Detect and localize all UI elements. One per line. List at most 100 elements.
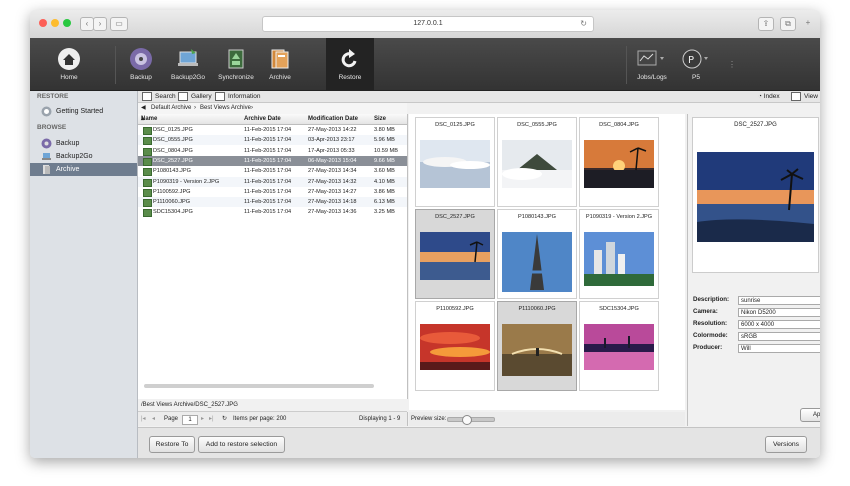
gallery-tile[interactable]: P1100592.JPG [415,301,495,391]
archive-button[interactable]: Archive [262,38,298,90]
sidebar-item-backup[interactable]: Backup [30,137,137,150]
table-row[interactable]: P1090319 - Version 2.JPG 11-Feb-2015 17:0… [138,176,407,187]
photo-thumbnail [584,324,654,370]
gallery-tile[interactable]: DSC_0555.JPG [497,117,577,207]
sidebar-item-getting-started[interactable]: Getting Started [30,105,137,118]
next-page-icon[interactable]: ▸ [201,412,204,426]
slider-knob[interactable] [462,415,472,425]
column-header-modification-date[interactable]: Modification Date [308,114,358,124]
table-row[interactable]: DSC_0804.JPG 11-Feb-2015 17:04 17-Apr-2013… [138,146,407,156]
reload-icon[interactable]: ↻ [580,17,587,31]
zoom-window-button[interactable] [63,19,71,27]
home-button[interactable]: Home [45,38,93,90]
camera-field[interactable]: Nikon D5200 [738,308,820,317]
horizontal-scrollbar[interactable] [144,384,374,388]
gallery-tab[interactable]: Gallery [178,92,212,101]
gallery-tile[interactable]: P1110060.JPG [497,301,577,391]
sidebar-item-label: Backup2Go [56,153,93,160]
resolution-label: Resolution: [693,320,728,327]
p5-button[interactable]: P P5 [678,38,714,90]
description-field[interactable]: sunrise [738,296,820,305]
sidebar-header-restore: RESTORE [37,93,69,100]
modification-date-cell: 27-May-2013 14:27 [308,188,357,195]
table-row[interactable]: DSC_0555.JPG 11-Feb-2015 17:04 03-Apr-2013… [138,135,407,146]
synchronize-icon [228,49,244,69]
table-row-selected[interactable]: DSC_2527.JPG 11-Feb-2015 17:04 06-May-2013… [138,155,407,166]
backup2go-label: Backup2Go [171,74,205,81]
preview-size-slider[interactable] [447,415,495,425]
last-page-icon[interactable]: ▸| [209,412,214,426]
tile-caption: P1110060.JPG [518,306,556,312]
size-cell: 3.86 MB [374,188,395,195]
search-tab[interactable]: Search [142,92,176,101]
archive-icon [43,165,50,174]
share-button[interactable]: ⇪ [758,17,774,31]
file-name-cell: P1100592.JPG [153,188,191,195]
refresh-icon[interactable]: ↻ [222,412,227,426]
synchronize-button[interactable]: Synchronize [214,38,258,90]
back-triangle-icon[interactable]: ◀ [141,103,146,114]
view-icon [791,92,801,101]
selected-path: /Best Views Archive/DSC_2527.JPG [141,402,238,408]
gallery-tile[interactable]: SDC15304.JPG [579,301,659,391]
index-toggle[interactable]: ◔ Index [758,92,780,101]
add-to-restore-selection-button[interactable]: Add to restore selection [198,436,285,453]
image-file-icon [143,127,152,135]
archive-date-cell: 11-Feb-2015 17:04 [244,188,292,195]
restore-to-button[interactable]: Restore To [149,436,195,453]
back-button[interactable]: ‹ [80,17,94,31]
preview-title: DSC_2527.JPG [734,122,777,128]
archive-icon [271,49,289,69]
producer-select[interactable]: Will ▾ [738,344,820,353]
backup-button[interactable]: Backup [123,38,159,90]
bottom-bar: Restore To Add to restore selection Vers… [138,427,820,458]
column-header-size[interactable]: Size [374,114,386,124]
information-tab[interactable]: Information [215,92,261,101]
getting-started-icon [41,106,52,117]
apply-button[interactable]: Apply [800,408,820,422]
minimize-window-button[interactable] [51,19,59,27]
sidebar-item-backup2go[interactable]: Backup2Go [30,150,137,163]
breadcrumb-item[interactable]: Best Views Archive [200,103,251,114]
photo-thumbnail [584,140,654,188]
preview-image [697,152,814,242]
versions-button[interactable]: Versions [765,436,807,453]
first-page-icon[interactable]: |◂ [141,412,146,426]
colormode-field[interactable]: sRGB [738,332,820,341]
backup2go-button[interactable]: Backup2Go [165,38,211,90]
view-toggle[interactable]: View [791,92,818,101]
sidebar-item-archive[interactable]: Archive [30,163,137,176]
modification-date-cell: 06-May-2013 15:04 [308,157,357,164]
gallery-tile[interactable]: P1090319 - Version 2.JPG [579,209,659,299]
gallery-tile[interactable]: DSC_0125.JPG [415,117,495,207]
archive-date-cell: 11-Feb-2015 17:04 [244,209,292,216]
page-number-input[interactable]: 1 [182,415,198,425]
address-bar[interactable]: 127.0.0.1 ↻ [262,16,594,32]
more-dots-icon[interactable]: ⋮ [728,60,736,69]
close-window-button[interactable] [39,19,47,27]
gallery-tile[interactable]: P1080143.JPG [497,209,577,299]
sidebar-item-label: Archive [56,166,80,173]
sidebar-toggle-button[interactable]: ▭ [110,17,128,31]
displaying-count: Displaying 1 - 9 [359,416,401,422]
jobs-logs-button[interactable]: Jobs/Logs [634,38,670,90]
column-header-name[interactable]: Name ▴ [141,114,157,124]
prev-page-icon[interactable]: ◂ [152,412,155,426]
table-row[interactable]: P1100592.JPG 11-Feb-2015 17:04 27-May-2013… [138,187,407,197]
gallery-tile[interactable]: DSC_0804.JPG [579,117,659,207]
resolution-field[interactable]: 6000 x 4000 [738,320,820,329]
table-header: Name ▴ Archive Date Modification Date Si… [138,114,407,125]
restore-button[interactable]: Restore [326,38,374,90]
jobs-logs-label: Jobs/Logs [637,74,667,81]
table-row[interactable]: P1080143.JPG 11-Feb-2015 17:04 27-May-2013… [138,166,407,177]
column-header-archive-date[interactable]: Archive Date [244,114,281,124]
table-row[interactable]: SDC15304.JPG 11-Feb-2015 17:04 27-May-2013… [138,207,407,218]
new-tab-button[interactable]: + [802,17,814,29]
image-file-icon [143,147,152,156]
breadcrumb-item[interactable]: Default Archive [151,103,191,114]
forward-button[interactable]: › [93,17,107,31]
tabs-button[interactable]: ⧉ [780,17,796,31]
table-row[interactable]: DSC_0125.JPG 11-Feb-2015 17:04 27-May-2013… [138,125,407,135]
gallery-tile-selected[interactable]: DSC_2527.JPG [415,209,495,299]
table-row[interactable]: P1110060.JPG 11-Feb-2015 17:04 27-May-2013… [138,197,407,208]
